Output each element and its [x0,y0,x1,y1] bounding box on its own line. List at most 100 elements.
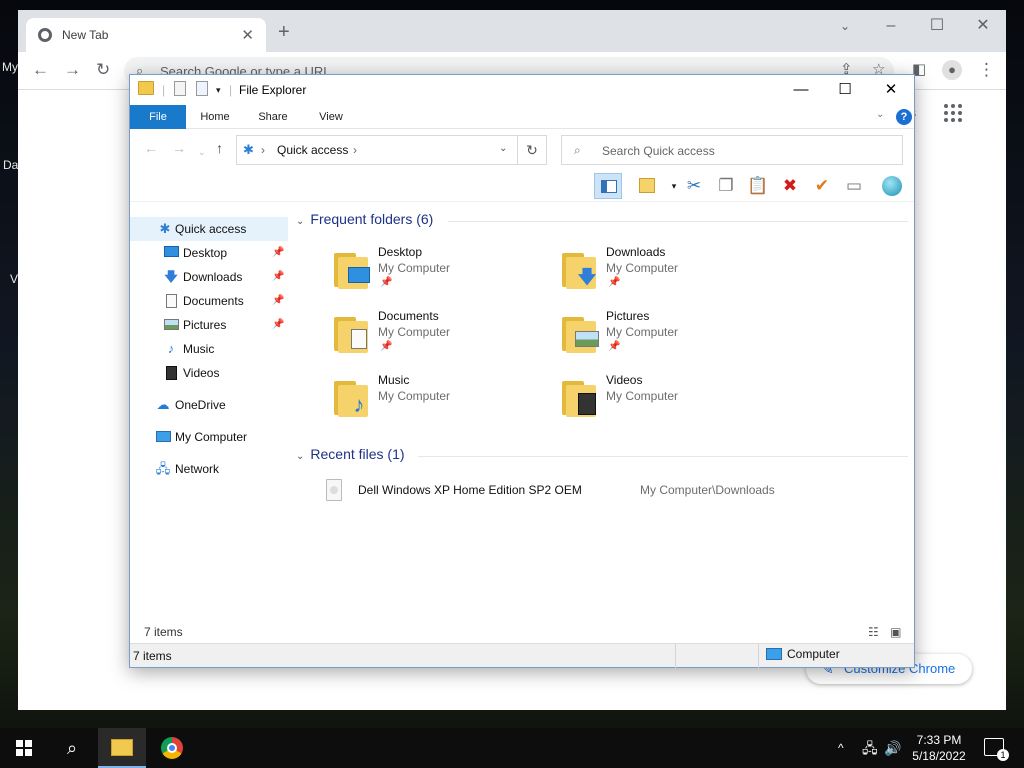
sidebar-item-pictures[interactable]: Pictures 📌 [130,313,288,337]
file-icon [326,479,342,501]
google-apps-icon[interactable] [944,104,962,122]
folder-tile-music[interactable]: ♪ Music My Computer [332,373,552,429]
taskbar: ⌕ ^ 🖧 🔊 7:33 PM 5/18/2022 1 [0,728,1024,768]
cut-icon[interactable]: ✂ [680,173,708,199]
help-icon[interactable]: ? [896,109,912,125]
new-folder-icon[interactable] [196,81,208,96]
file-explorer-taskbar-icon[interactable] [98,728,146,768]
sidebar-item-label: Pictures [183,318,227,332]
minimize-icon[interactable]: – [868,14,914,38]
clock-time: 7:33 PM [916,733,962,747]
details-view-icon[interactable]: ☷ [868,625,879,639]
folder-name: Downloads [606,245,666,259]
pin-icon: 📌 [608,341,621,352]
tab-share[interactable]: Share [250,105,296,129]
folder-documents-icon [332,313,372,353]
sidebar-item-label: My Computer [175,430,248,444]
new-folder-icon[interactable] [634,173,662,199]
sidebar-item-label: Quick access [175,222,247,236]
sidebar-item-downloads[interactable]: 🡇 Downloads 📌 [130,265,288,289]
sidebar-item-onedrive[interactable]: ☁ OneDrive [130,393,288,417]
preview-pane-icon[interactable] [594,173,622,199]
collapse-chevron-icon[interactable]: ⌄ [296,451,304,462]
volume-icon[interactable]: 🔊 [884,728,901,768]
large-icons-view-icon[interactable]: ▣ [890,625,901,639]
up-arrow-icon[interactable]: ↑ [216,141,223,155]
delete-icon[interactable]: ✖ [776,173,804,199]
sidebar-item-network[interactable]: 🖧 Network [130,457,288,481]
new-tab-button[interactable]: + [278,22,290,42]
search-icon[interactable]: ⌕ [48,728,96,768]
notification-icon[interactable]: 1 [984,738,1009,761]
globe-icon[interactable] [878,173,906,199]
recent-locations-chevron-icon[interactable]: ⌄ [198,145,206,159]
breadcrumb-quick-access[interactable]: Quick access [277,143,348,157]
checkmark-icon[interactable]: ✔ [808,173,836,199]
folder-pictures-icon [560,313,600,353]
star-icon: ✱ [159,221,171,236]
address-dropdown-chevron-icon[interactable]: ⌄ [499,143,507,154]
reload-icon[interactable]: ↻ [96,60,110,80]
network-icon[interactable]: 🖧 [862,728,878,768]
tab-view[interactable]: View [308,105,354,129]
close-icon[interactable]: ✕ [960,14,1006,38]
customize-qat-dropdown-icon[interactable]: ▾ [216,85,221,96]
clock[interactable]: 7:33 PM 5/18/2022 [906,732,972,764]
frequent-folders-header[interactable]: ⌄ Frequent folders (6) [296,211,433,227]
tab-home[interactable]: Home [192,105,238,129]
breadcrumb-separator-icon[interactable]: › [261,143,265,157]
rename-icon[interactable]: ▭ [840,173,868,199]
expand-ribbon-chevron-icon[interactable]: ⌄ [876,109,884,120]
pin-icon: 📌 [608,277,621,288]
forward-arrow-icon[interactable]: → [64,60,81,80]
breadcrumb-separator-icon[interactable]: › [353,143,357,157]
show-hidden-icons-chevron-icon[interactable]: ^ [838,728,844,768]
minimize-icon[interactable]: — [778,79,824,101]
profile-avatar-icon[interactable]: ● [942,60,962,80]
tab-close-icon[interactable]: ✕ [241,26,254,44]
folder-tile-downloads[interactable]: 🡇 Downloads My Computer 📌 [560,245,780,301]
refresh-icon[interactable]: ↻ [517,135,547,165]
folder-tile-videos[interactable]: Videos My Computer [560,373,780,429]
folder-name: Videos [606,373,643,387]
menu-kebab-icon[interactable]: ⋮ [978,60,995,80]
status-bar: 7 items Computer [130,643,914,668]
back-arrow-icon[interactable]: ← [32,60,49,80]
explorer-title-bar: | ▾ | File Explorer — ☐ ✕ [130,75,914,105]
recent-files-header[interactable]: ⌄ Recent files (1) [296,446,405,462]
collapse-chevron-icon[interactable]: ⌄ [296,216,304,227]
folder-name: Desktop [378,245,423,259]
maximize-icon[interactable]: ☐ [822,79,868,101]
sidebar-item-desktop[interactable]: Desktop 📌 [130,241,288,265]
paste-icon[interactable]: 📋 [744,173,772,199]
tab-search-chevron-icon[interactable]: ⌄ [822,14,868,38]
start-button[interactable] [0,728,48,768]
notification-count-badge: 1 [997,749,1009,761]
sidebar-item-my-computer[interactable]: My Computer [130,425,288,449]
folder-tile-desktop[interactable]: Desktop My Computer 📌 [332,245,552,301]
search-input[interactable]: ⌕ Search Quick access [561,135,903,165]
chrome-taskbar-icon[interactable] [148,728,196,768]
address-bar[interactable]: ✱ › Quick access › ⌄ [236,135,547,165]
group-divider [418,456,908,457]
document-icon [162,289,180,313]
sidebar-item-music[interactable]: ♪ Music [130,337,288,361]
back-arrow-icon[interactable]: ← [144,141,158,155]
forward-arrow-icon[interactable]: → [172,141,186,155]
folder-location: My Computer [378,261,451,275]
close-icon[interactable]: ✕ [868,79,914,101]
properties-icon[interactable] [174,81,186,96]
folder-name: Pictures [606,309,650,323]
folder-tile-documents[interactable]: Documents My Computer 📌 [332,309,552,365]
folder-tile-pictures[interactable]: Pictures My Computer 📌 [560,309,780,365]
chrome-tab[interactable]: New Tab ✕ [26,18,266,52]
sidebar-item-quick-access[interactable]: ✱ Quick access [130,217,288,241]
desktop-label-fragment: V [10,272,19,286]
sidebar-item-videos[interactable]: Videos [130,361,288,385]
copy-icon[interactable]: ❐ [712,173,740,199]
sidebar-item-documents[interactable]: Documents 📌 [130,289,288,313]
list-item[interactable]: Dell Windows XP Home Edition SP2 OEM My … [326,479,906,503]
navigation-pane: ✱ Quick access Desktop 📌 🡇 Downloads 📌 D… [130,215,290,615]
maximize-icon[interactable]: ☐ [914,14,960,38]
tab-file[interactable]: File [130,105,186,129]
